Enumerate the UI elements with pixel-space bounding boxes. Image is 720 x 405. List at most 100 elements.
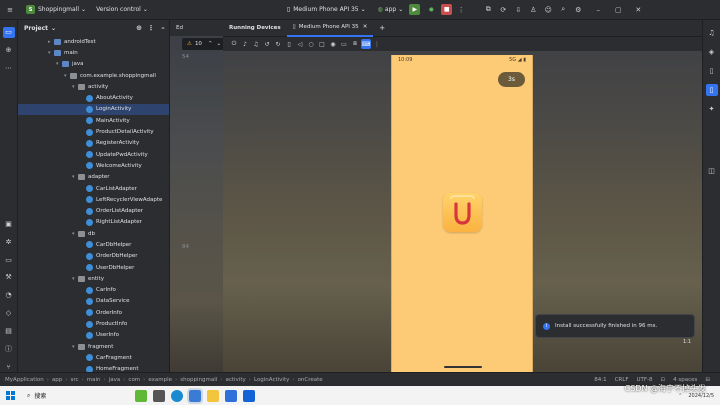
phone-screen[interactable]: 10:09 5G ◢ ▮ 3s [391,55,533,372]
rotate-left-icon[interactable]: ↺ [262,39,272,49]
tree-item[interactable]: MainActivity [18,115,169,126]
tree-item[interactable]: WelcomeActivity [18,160,169,171]
tree-item[interactable]: UserDbHelper [18,262,169,273]
breadcrumb-item[interactable]: app [52,377,62,383]
tree-item[interactable]: ProductInfo [18,318,169,329]
tree-item[interactable]: OrderDbHelper [18,251,169,262]
resource-manager-icon[interactable]: ▣ [3,218,15,229]
device-explorer-icon[interactable]: ▤ [3,325,15,336]
volume-up-icon[interactable]: ♪ [240,39,250,49]
zoom-ratio[interactable]: 1:1 [683,339,691,345]
input-forwarding-icon[interactable]: ⌨ [361,39,371,49]
problems-icon[interactable]: ⓘ [3,343,15,354]
taskbar-search[interactable]: ⌕ 搜索 [27,389,122,402]
screenshot-icon[interactable]: ◉ [328,39,338,49]
tree-item[interactable]: UserInfo [18,330,169,341]
windows-start-icon[interactable] [6,391,15,400]
tree-item[interactable]: DataService [18,296,169,307]
settings-icon[interactable]: ⚙ [572,4,584,16]
editor-tab[interactable]: Ed [176,25,183,31]
device-selector[interactable]: ▯ Medium Phone API 35 ⌄ [287,0,366,20]
options-icon[interactable]: ⋮ [145,22,157,34]
gemini-icon[interactable]: ✦ [706,103,718,115]
rotate-right-icon[interactable]: ↻ [273,39,283,49]
memory-icon[interactable]: ⊟ [705,377,710,383]
breadcrumb-item[interactable]: shoppingmall [180,377,217,383]
stop-button[interactable]: ■ [441,4,453,15]
home-indicator[interactable] [444,366,482,368]
tree-item[interactable]: LoginActivity [18,103,169,116]
taskbar-explorer-icon[interactable] [207,389,219,402]
git-branch-icon[interactable]: ⑂ [3,361,15,372]
breadcrumb-item[interactable]: example [148,377,172,383]
folder-icon[interactable]: ▭ [2,27,15,38]
breadcrumb-item[interactable]: LoginActivity [254,377,289,383]
search-icon[interactable]: ⌕ [557,4,569,16]
tree-item[interactable]: RegisterActivity [18,138,169,149]
notifications-icon[interactable]: ♫ [706,27,718,39]
tree-item[interactable]: CarListAdapter [18,183,169,194]
terminal-icon[interactable]: ▭ [3,254,15,265]
profile-icon[interactable]: ♙ [527,4,539,16]
tab-device[interactable]: ▯ Medium Phone API 35 ✕ [286,20,374,37]
breadcrumb-item[interactable]: onCreate [298,377,323,383]
tree-item[interactable]: ▾ com.example.shoppingmall [18,70,169,81]
sync-icon[interactable]: ⟳ [497,4,509,16]
commit-icon[interactable]: ⊕ [3,45,15,56]
run-button[interactable]: ▶ [409,4,421,15]
gauge-icon[interactable]: ◔ [3,290,15,301]
minimize-icon[interactable]: – [592,4,604,16]
breadcrumb-item[interactable]: src [71,377,79,383]
more-tools-icon[interactable]: ⋯ [3,63,15,74]
breadcrumb-item[interactable]: com [128,377,140,383]
home-icon[interactable]: ○ [306,39,316,49]
vcs-menu[interactable]: Version control ⌄ [96,0,148,20]
screen-record-icon[interactable]: ▭ [339,39,349,49]
gem-icon[interactable]: ◇ [3,308,15,319]
maximize-icon[interactable]: ▢ [612,4,624,16]
hide-panel-icon[interactable]: – [157,22,169,34]
add-device-icon[interactable]: + [379,24,385,32]
windows-menu-icon[interactable]: ≡ [4,4,16,16]
tree-item[interactable]: ▾ main [18,47,169,58]
tree-item[interactable]: ▸ androidTest [18,36,169,47]
gradle-icon[interactable]: ◈ [706,46,718,58]
skip-countdown-button[interactable]: 3s [498,72,525,87]
tree-item[interactable]: ▾ activity [18,81,169,92]
tree-item[interactable]: LeftRecyclerViewAdapte [18,194,169,205]
install-notification[interactable]: i Install successfully finished in 96 ms… [535,314,695,338]
tree-item[interactable]: UpdatePwdActivity [18,149,169,160]
tree-item[interactable]: ▾ adapter [18,172,169,183]
bug-icon[interactable]: ✲ [3,236,15,247]
tree-item[interactable]: ▾ fragment [18,341,169,352]
debug-icon[interactable]: ✹ [425,4,437,16]
mirror-icon[interactable]: ⧈ [350,39,360,49]
tree-item[interactable]: ▾ java [18,59,169,70]
volume-down-icon[interactable]: ♫ [251,39,261,49]
back-icon[interactable]: ◁ [295,39,305,49]
device-manager-icon[interactable]: ⧉ [482,4,494,16]
run-config-selector[interactable]: ◍ app ⌄ [378,0,404,20]
overview-icon[interactable]: □ [317,39,327,49]
breadcrumb-item[interactable]: MyApplication [5,377,44,383]
tree-item[interactable]: CarDbHelper [18,239,169,250]
tree-item[interactable]: ▾ db [18,228,169,239]
tree-item[interactable]: OrderInfo [18,307,169,318]
sdk-manager-icon[interactable]: ⇩ [512,4,524,16]
tree-item[interactable]: HomeFragment [18,364,169,372]
taskbar-app-game-icon[interactable] [135,389,147,402]
tree-item[interactable]: CarFragment [18,352,169,363]
tree-item[interactable]: ▾ entity [18,273,169,284]
tree-item[interactable]: OrderListAdapter [18,205,169,216]
fold-icon[interactable]: ▯ [284,39,294,49]
tree-item[interactable]: RightListAdapter [18,217,169,228]
breadcrumb-item[interactable]: activity [225,377,245,383]
close-icon[interactable]: ✕ [363,24,368,30]
add-icon[interactable]: ⊕ [133,22,145,34]
project-panel-header[interactable]: Project ⌄ ⊕ ⋮ – [18,20,169,36]
taskbar-edge-icon[interactable] [171,389,183,402]
taskbar-android-studio-icon[interactable] [187,387,203,404]
project-switcher[interactable]: S Shoppingmall ⌄ [26,0,86,20]
power-icon[interactable]: ⏻ [229,39,239,49]
more-icon[interactable]: ⋮ [372,39,382,49]
